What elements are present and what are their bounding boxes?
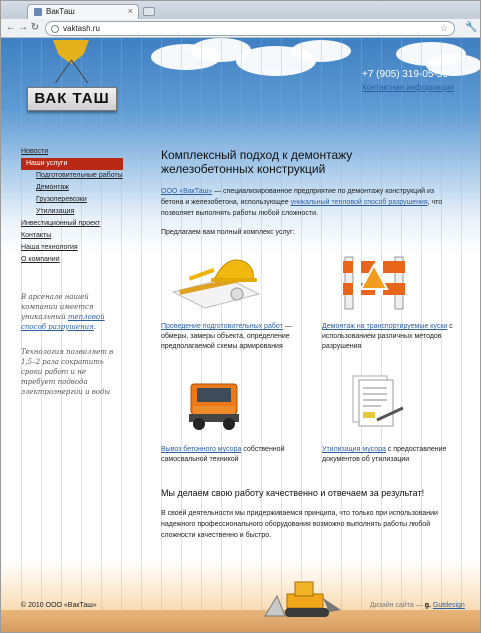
gutdesign-logo: g. — [424, 602, 431, 609]
company-link[interactable]: ООО «ВакТаш» — [161, 188, 212, 195]
sidebar-item[interactable]: О компании — [21, 254, 123, 266]
sidebar-item[interactable]: Наши услуги — [21, 158, 123, 170]
sidebar-item[interactable]: Грузоперевозки — [21, 194, 123, 206]
design-label: Дизайн сайта — — [370, 602, 423, 609]
service-link[interactable]: Проведение подготовительных работ — [161, 323, 283, 330]
hardhat-tools-icon — [171, 259, 261, 309]
sidebar-item[interactable]: Подготовительные работы — [21, 170, 123, 182]
phone-number: +7 (905) 319-05-50 — [362, 69, 448, 80]
thermal-method-link-main[interactable]: уникальный тепловой способ разрушения — [291, 199, 428, 206]
tab-bar: ВакТаш × — [1, 1, 480, 19]
browser-tab[interactable]: ВакТаш × — [27, 4, 139, 19]
service-item: Утилизация мусора с предоставление докум… — [322, 445, 467, 465]
ground-decoration — [1, 610, 480, 632]
service-link[interactable]: Утилизация мусора — [322, 446, 386, 453]
new-tab-button[interactable] — [143, 7, 155, 16]
sidebar-note-2: Технология позволяет в 1,5–2 раза сократ… — [21, 348, 114, 396]
sidebar-note: В арсенале нашей компании имеется уникал… — [21, 292, 121, 332]
address-bar[interactable]: vaktash.ru ☆ — [45, 21, 455, 36]
favicon-icon — [34, 8, 42, 16]
section-heading: Мы делаем свою работу качественно и отве… — [161, 488, 425, 498]
globe-icon — [51, 25, 59, 33]
back-arrow-icon[interactable]: ← — [5, 22, 17, 33]
sidebar-item[interactable]: Утилизация — [21, 206, 123, 218]
browser-window: ВакТаш × ← → ↻ vaktash.ru ☆ 🔧 ВАК ТАШ +7… — [0, 0, 481, 633]
gutdesign-link[interactable]: Gutdesign — [433, 602, 465, 609]
tab-title: ВакТаш — [46, 7, 75, 16]
intro-paragraph: ООО «ВакТаш» — специализированное предпр… — [161, 186, 446, 219]
logo-text: ВАК ТАШ — [27, 87, 117, 111]
site-logo[interactable]: ВАК ТАШ — [21, 38, 123, 118]
web-page: ВАК ТАШ +7 (905) 319-05-50 Контактная ин… — [1, 38, 480, 632]
forward-arrow-icon[interactable]: → — [17, 22, 29, 33]
contact-info-link[interactable]: Контактная информация — [362, 83, 454, 92]
browser-toolbar: ← → ↻ vaktash.ru ☆ 🔧 — [1, 19, 480, 38]
page-title: Комплексный подход к демонтажу железобет… — [161, 148, 353, 176]
service-item: Вывоз бетонного мусора собственной самос… — [161, 445, 311, 465]
bookmark-star-icon[interactable]: ☆ — [440, 23, 448, 34]
sidebar-item[interactable]: Контакты — [21, 230, 123, 242]
road-barrier-icon — [343, 256, 405, 310]
design-credit: Дизайн сайта — g. Gutdesign — [370, 602, 465, 609]
sidebar-item[interactable]: Наша технология — [21, 242, 123, 254]
sidebar-item[interactable]: Демонтаж — [21, 182, 123, 194]
dump-truck-icon — [189, 383, 239, 430]
service-item: Проведение подготовительных работ — обме… — [161, 322, 306, 352]
bulldozer-icon — [264, 581, 341, 617]
service-link[interactable]: Демонтаж на транспортируемые куски — [322, 323, 447, 330]
service-item: Демонтаж на транспортируемые куски с исп… — [322, 322, 467, 352]
closing-paragraph: В своей деятельности мы придерживаемся п… — [161, 510, 438, 539]
sidebar-nav: Новости Наши услуги Подготовительные работ… — [21, 146, 123, 266]
copyright: © 2010 ООО «ВакТаш» — [21, 602, 97, 609]
service-link[interactable]: Вывоз бетонного мусора — [161, 446, 241, 453]
reload-icon[interactable]: ↻ — [29, 22, 41, 33]
close-tab-icon[interactable]: × — [128, 6, 133, 16]
wrench-icon[interactable]: 🔧 — [465, 22, 477, 33]
sidebar-item[interactable]: Инвестиционный проект — [21, 218, 123, 230]
url-text[interactable]: vaktash.ru — [63, 24, 100, 33]
note-text-end: . — [93, 323, 97, 331]
sidebar-item[interactable]: Новости — [21, 146, 123, 158]
documents-pen-icon — [352, 375, 404, 427]
services-intro: Предлагаем вам полный комплекс услуг: — [161, 229, 295, 236]
